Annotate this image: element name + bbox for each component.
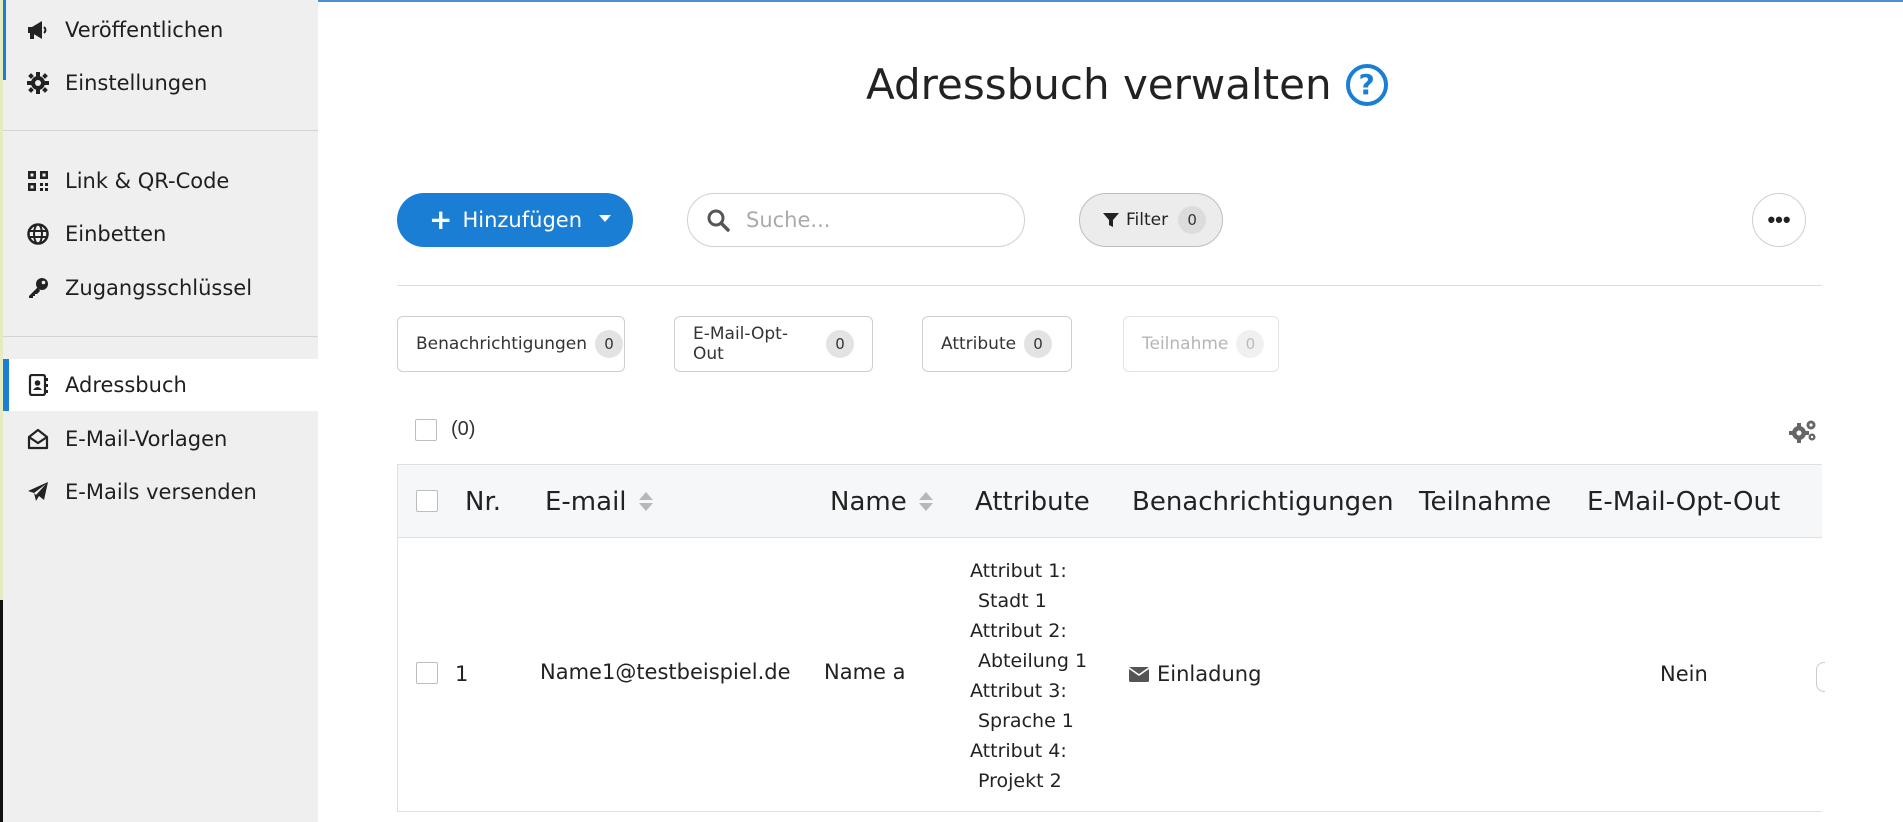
- sidebar-item-send-emails[interactable]: E-Mails versenden: [3, 466, 318, 518]
- question-circle-icon[interactable]: ?: [1345, 63, 1388, 106]
- sidebar-item-email-templates[interactable]: E-Mail-Vorlagen: [3, 413, 318, 465]
- table-header: Nr. E-mail Name Attribute Benachrichtigu…: [397, 464, 1822, 538]
- attribute-value: Projekt 2: [978, 770, 1062, 792]
- page-title-text: Adressbuch verwalten: [866, 60, 1332, 109]
- column-header-email-opt-out: E-Mail-Opt-Out: [1587, 487, 1780, 517]
- globe-icon: [25, 221, 51, 247]
- cell-email: Name1@testbeispiel.de: [540, 660, 791, 684]
- column-header-notifications: Benachrichtigungen: [1132, 487, 1394, 517]
- chip-label: Attribute: [941, 334, 1017, 354]
- select-all-checkbox[interactable]: [415, 418, 437, 441]
- sidebar-item-access-key[interactable]: Zugangsschlüssel: [3, 262, 318, 314]
- page-title: Adressbuch verwalten ?: [866, 60, 1388, 109]
- attribute-key: Attribut 1:: [970, 560, 1067, 582]
- chip-count-badge: 0: [595, 330, 624, 358]
- cell-attributes: Attribut 1: Stadt 1 Attribut 2: Abteilun…: [970, 556, 1087, 796]
- row-checkbox[interactable]: [416, 662, 438, 684]
- chip-notifications[interactable]: Benachrichtigungen 0: [397, 316, 625, 372]
- cell-name: Name a: [824, 660, 906, 684]
- cell-email-opt-out: Nein: [1660, 662, 1708, 686]
- search-input[interactable]: [744, 207, 988, 233]
- add-button[interactable]: + Hinzufügen: [397, 193, 633, 247]
- attribute-value: Abteilung 1: [978, 650, 1088, 672]
- column-header-email[interactable]: E-mail: [545, 487, 653, 517]
- search-box: [687, 193, 1025, 247]
- chip-participation: Teilnahme 0: [1123, 316, 1279, 372]
- column-header-label: Nr.: [465, 487, 502, 517]
- selected-count: (0): [451, 418, 476, 440]
- column-settings-icon[interactable]: [1788, 418, 1818, 444]
- attribute-key: Attribut 4:: [970, 740, 1067, 762]
- toolbar-divider: [397, 285, 1822, 286]
- sidebar-item-label: Veröffentlichen: [65, 18, 224, 42]
- search-icon: [707, 209, 730, 232]
- column-header-label: E-mail: [545, 487, 627, 517]
- sidebar-item-link-qr[interactable]: Link & QR-Code: [3, 155, 318, 207]
- sidebar-item-label: Einstellungen: [65, 71, 208, 95]
- attribute-key: Attribut 2:: [970, 620, 1067, 642]
- column-header-label: Attribute: [975, 487, 1090, 517]
- column-header-label: Name: [830, 487, 907, 517]
- sidebar-item-label: E-Mail-Vorlagen: [65, 427, 228, 451]
- column-header-participation: Teilnahme: [1419, 487, 1551, 517]
- add-button-label: Hinzufügen: [462, 208, 582, 232]
- key-icon: [25, 275, 51, 301]
- sidebar: Veröffentlichen Einstellungen Link & QR-…: [3, 0, 318, 822]
- chevron-down-icon[interactable]: [599, 215, 611, 222]
- envelope-open-icon: [25, 426, 51, 452]
- attribute-value: Sprache 1: [978, 710, 1074, 732]
- chip-email-opt-out[interactable]: E-Mail-Opt-Out 0: [674, 316, 873, 372]
- envelope-icon: [1129, 667, 1149, 682]
- sidebar-divider: [3, 336, 318, 337]
- sidebar-item-settings[interactable]: Einstellungen: [3, 57, 318, 109]
- table-row: 1 Name1@testbeispiel.de Name a Attribut …: [397, 538, 1825, 812]
- address-book-icon: [25, 372, 51, 398]
- sort-icon[interactable]: [918, 491, 933, 513]
- ellipsis-icon: •••: [1767, 207, 1791, 232]
- cell-nr: 1: [455, 662, 469, 686]
- sidebar-item-publish[interactable]: Veröffentlichen: [3, 4, 318, 56]
- chip-count-badge: 0: [826, 330, 854, 358]
- chip-count-badge: 0: [1024, 330, 1053, 358]
- chip-count-badge: 0: [1236, 330, 1265, 358]
- megaphone-icon: [25, 17, 51, 43]
- chip-label: E-Mail-Opt-Out: [693, 324, 788, 364]
- gear-icon: [25, 70, 51, 96]
- filter-count-badge: 0: [1178, 206, 1207, 234]
- sidebar-item-label: Einbetten: [65, 222, 167, 246]
- more-options-button[interactable]: •••: [1752, 193, 1806, 247]
- sidebar-item-embed[interactable]: Einbetten: [3, 208, 318, 260]
- sidebar-item-label: Adressbuch: [65, 373, 187, 397]
- chip-attributes[interactable]: Attribute 0: [922, 316, 1072, 372]
- plus-icon: +: [429, 203, 453, 236]
- sort-icon[interactable]: [638, 491, 653, 513]
- column-header-nr: Nr.: [465, 487, 501, 517]
- sidebar-item-address-book[interactable]: Adressbuch: [3, 359, 318, 411]
- notification-label: Einladung: [1157, 662, 1262, 686]
- sidebar-item-label: Zugangsschlüssel: [65, 276, 253, 300]
- paper-plane-icon: [25, 479, 51, 505]
- column-header-name[interactable]: Name: [830, 487, 933, 517]
- sidebar-item-label: E-Mails versenden: [65, 480, 257, 504]
- filter-icon: [1103, 213, 1119, 227]
- header-checkbox[interactable]: [416, 490, 438, 512]
- column-header-label: Teilnahme: [1419, 487, 1552, 517]
- column-header-attributes: Attribute: [975, 487, 1090, 517]
- sidebar-divider: [3, 130, 318, 131]
- row-action-button[interactable]: [1816, 662, 1825, 692]
- selection-row: (0): [415, 418, 475, 441]
- filter-label: Filter: [1126, 210, 1169, 230]
- chip-label: Teilnahme: [1142, 334, 1229, 354]
- column-header-label: E-Mail-Opt-Out: [1587, 487, 1781, 517]
- attribute-key: Attribut 3:: [970, 680, 1067, 702]
- column-header-label: Benachrichtigungen: [1132, 487, 1394, 517]
- chip-label: Benachrichtigungen: [416, 334, 588, 354]
- filter-button[interactable]: Filter 0: [1079, 193, 1223, 247]
- attribute-value: Stadt 1: [978, 590, 1047, 612]
- cell-notifications: Einladung: [1129, 662, 1261, 686]
- sidebar-item-label: Link & QR-Code: [65, 169, 230, 193]
- qr-code-icon: [25, 168, 51, 194]
